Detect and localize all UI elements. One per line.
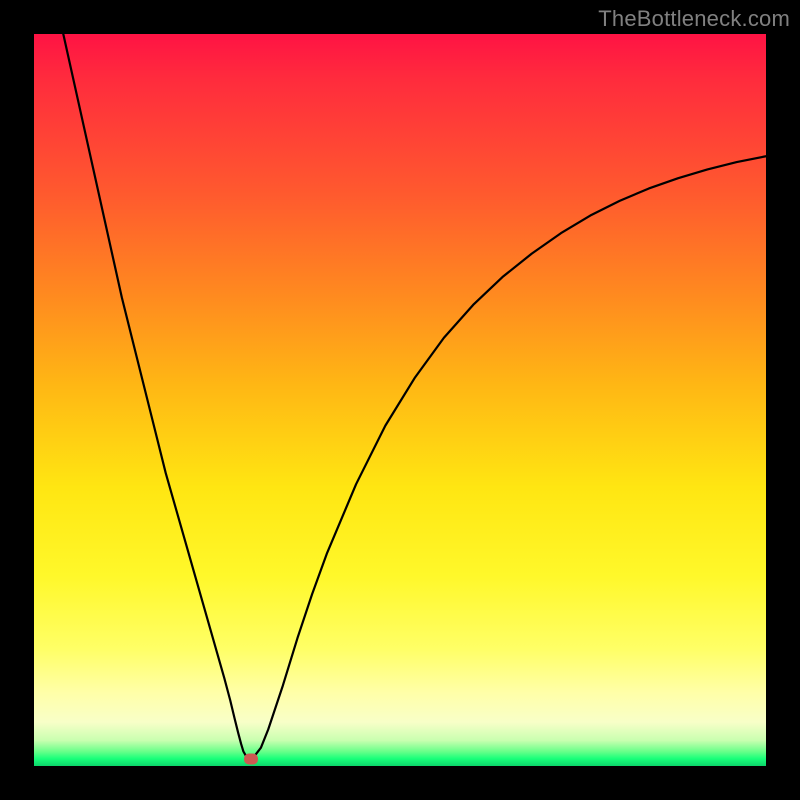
plot-area — [34, 34, 766, 766]
curve-path — [63, 34, 766, 759]
attribution-text: TheBottleneck.com — [598, 6, 790, 32]
chart-frame: TheBottleneck.com — [0, 0, 800, 800]
minimum-marker — [244, 753, 258, 764]
bottleneck-curve — [34, 34, 766, 766]
